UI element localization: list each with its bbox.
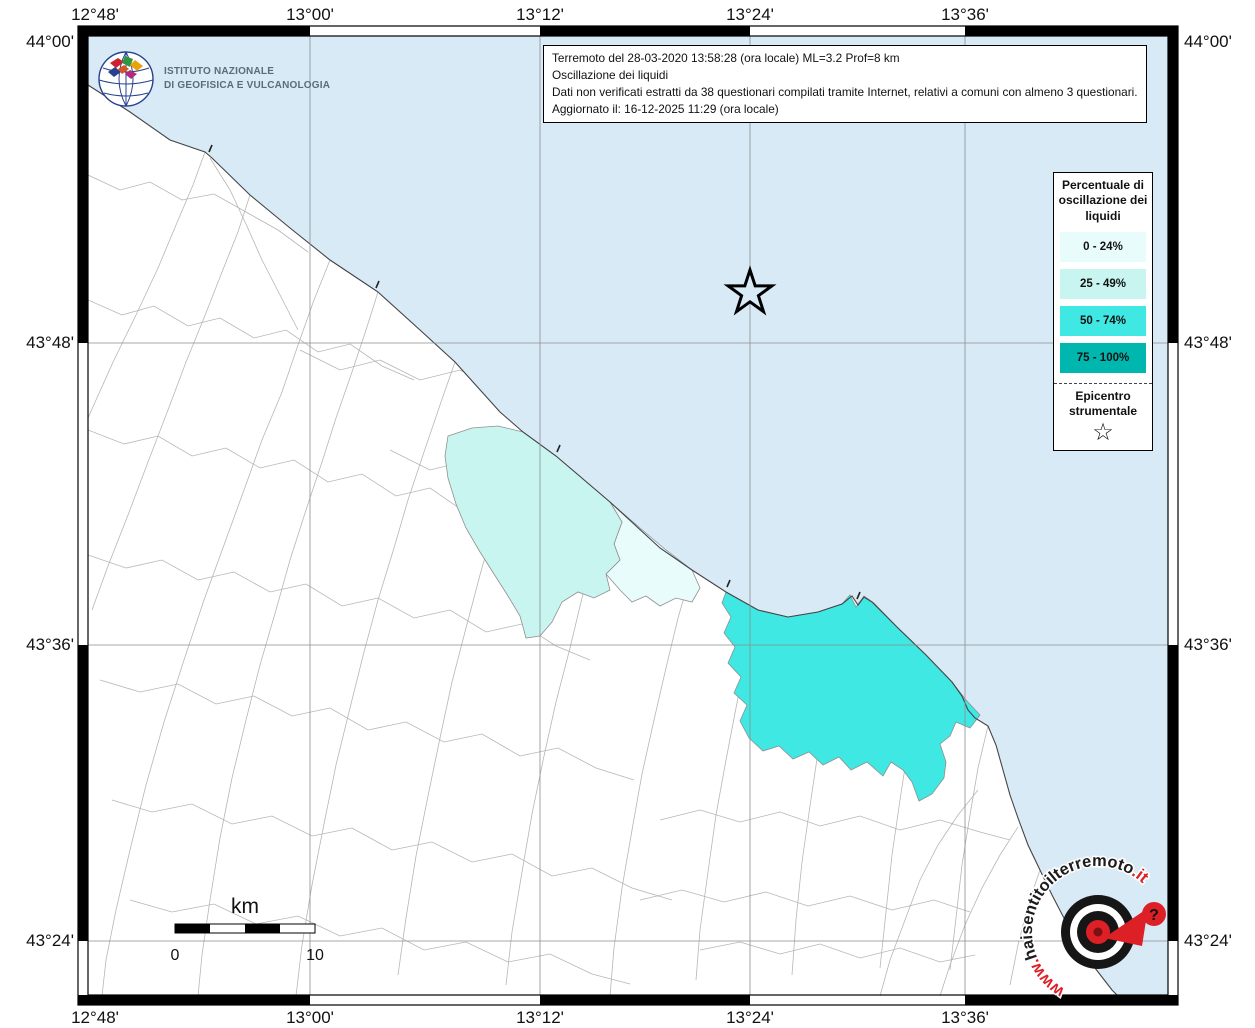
lat-label-left: 44°00' xyxy=(26,32,74,51)
haisentitoilterremoto-watermark: ? www.haisentitoilterremoto.it xyxy=(1016,850,1166,1003)
lat-label-right: 44°00' xyxy=(1184,32,1232,51)
lon-label-top: 13°12' xyxy=(516,5,564,24)
legend-star-icon: ☆ xyxy=(1092,419,1114,447)
ingv-logo: ISTITUTO NAZIONALE DI GEOFISICA E VULCAN… xyxy=(97,50,330,108)
legend-epicenter-section: Epicentro strumentale ☆ xyxy=(1054,383,1152,450)
lon-label-bottom: 13°00' xyxy=(286,1008,334,1027)
lat-label-left: 43°36' xyxy=(26,635,74,654)
lon-label-bottom: 13°36' xyxy=(941,1008,989,1027)
scale-bar-unit: km xyxy=(231,895,259,918)
ingv-name-line1: ISTITUTO NAZIONALE xyxy=(164,66,275,77)
scale-bar-end: 10 xyxy=(306,947,324,964)
legend-epicenter-line2: strumentale xyxy=(1068,404,1138,419)
event-effect: Oscillazione dei liquidi xyxy=(552,68,669,83)
legend-swatch-0-24: 0 - 24% xyxy=(1060,232,1146,263)
event-updated-at: Aggiornato il: 16-12-2025 11:29 (ora loc… xyxy=(552,102,779,117)
legend-swatch-50-74: 50 - 74% xyxy=(1060,306,1146,337)
lon-label-bottom: 13°12' xyxy=(516,1008,564,1027)
legend-epicenter-line1: Epicentro xyxy=(1075,389,1131,404)
scale-bar-start: 0 xyxy=(171,947,180,964)
felt-report-map-page: { "axes": { "top": ["12°48'", "13°00'", … xyxy=(0,0,1255,1027)
lat-label-right: 43°48' xyxy=(1184,333,1232,352)
lat-label-right: 43°36' xyxy=(1184,635,1232,654)
legend-swatch-25-49: 25 - 49% xyxy=(1060,269,1146,300)
legend: Percentuale di oscillazione dei liquidi … xyxy=(1053,172,1153,451)
watermark-www: www. xyxy=(1025,956,1069,1001)
question-mark: ? xyxy=(1149,907,1159,924)
event-title: Terremoto del 28-03-2020 13:58:28 (ora l… xyxy=(552,51,900,65)
ingv-globe-icon xyxy=(98,51,154,107)
lon-label-top: 13°36' xyxy=(941,5,989,24)
event-data-note: Dati non verificati estratti da 38 quest… xyxy=(552,85,1138,100)
lon-label-top: 13°00' xyxy=(286,5,334,24)
lon-label-bottom: 12°48' xyxy=(71,1008,119,1027)
legend-title: Percentuale di oscillazione dei liquidi xyxy=(1058,178,1148,223)
event-info-box: Terremoto del 28-03-2020 13:58:28 (ora l… xyxy=(543,45,1147,124)
legend-swatch-75-100: 75 - 100% xyxy=(1060,343,1146,374)
lon-label-top: 13°24' xyxy=(726,5,774,24)
lon-label-bottom: 13°24' xyxy=(726,1008,774,1027)
lon-label-top: 12°48' xyxy=(71,5,119,24)
lat-label-left: 43°48' xyxy=(26,333,74,352)
lat-label-left: 43°24' xyxy=(26,931,74,950)
ingv-name-line2: DI GEOFISICA E VULCANOLOGIA xyxy=(164,80,331,91)
